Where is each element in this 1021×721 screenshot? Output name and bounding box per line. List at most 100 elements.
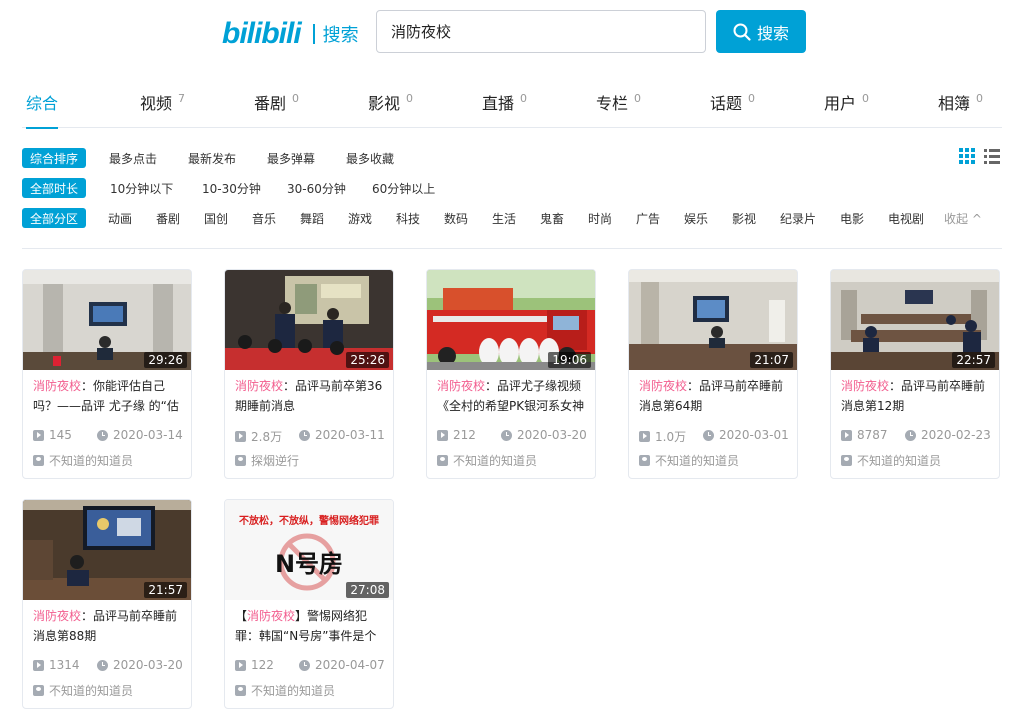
search-button-label: 搜索 [756, 23, 789, 43]
tab-video[interactable]: 视频 7 [140, 84, 185, 128]
video-title[interactable]: 【消防夜校】警惕网络犯罪：韩国“N号房”事件是个 [235, 606, 385, 648]
video-thumbnail[interactable]: 21:57 [23, 500, 191, 600]
view-count: 212 [453, 428, 476, 442]
tab-topic[interactable]: 话题 0 [710, 84, 755, 128]
zone-option[interactable]: 游戏 [348, 210, 372, 227]
play-count-icon [639, 431, 650, 442]
video-thumbnail[interactable]: 29:26 [23, 270, 191, 370]
sort-option[interactable]: 最多弹幕 [267, 150, 315, 167]
video-thumbnail[interactable]: 22:57 [831, 270, 999, 370]
video-meta: 212 2020-03-20 [437, 428, 587, 444]
uploader-link[interactable]: 探烟逆行 [235, 452, 299, 469]
tab-all[interactable]: 综合 [26, 84, 59, 129]
view-count: 122 [251, 658, 274, 672]
video-thumbnail[interactable]: 25:26 [225, 270, 393, 370]
tab-live[interactable]: 直播 0 [482, 84, 527, 128]
video-thumbnail[interactable]: 21:07 [629, 270, 797, 370]
uploader-link[interactable]: 不知道的知道员 [235, 682, 335, 699]
tab-count: 7 [178, 92, 186, 105]
video-card[interactable]: 不放松，不放纵，警惕网络犯罪 N号房 27:08 【消防夜校】警惕网络犯罪：韩国… [224, 499, 394, 709]
list-view-icon[interactable] [984, 148, 1000, 164]
view-count: 8787 [857, 428, 888, 442]
upload-date: 2020-03-20 [517, 428, 587, 442]
uploader-link[interactable]: 不知道的知道员 [639, 452, 739, 469]
logo-mark: bilibili [222, 17, 302, 50]
video-title[interactable]: 消防夜校：品评马前卒睡前消息第88期 [33, 606, 183, 648]
video-card[interactable]: 21:07 消防夜校：品评马前卒睡前消息第64期 1.0万 2020-03-01… [628, 269, 798, 479]
zone-option[interactable]: 科技 [396, 210, 420, 227]
duration-active[interactable]: 全部时长 [22, 178, 87, 198]
tab-article[interactable]: 专栏 0 [596, 84, 641, 128]
duration-option[interactable]: 10-30分钟 [202, 180, 261, 197]
zone-option[interactable]: 舞蹈 [300, 210, 324, 227]
zone-option[interactable]: 番剧 [156, 210, 180, 227]
tab-count: 0 [634, 92, 642, 105]
upload-date: 2020-03-01 [719, 428, 789, 442]
tab-user[interactable]: 用户 0 [824, 84, 869, 128]
video-title[interactable]: 消防夜校：品评马前卒睡前消息第12期 [841, 376, 991, 418]
zone-option[interactable]: 鬼畜 [540, 210, 564, 227]
zone-option[interactable]: 生活 [492, 210, 516, 227]
uploader-link[interactable]: 不知道的知道员 [841, 452, 941, 469]
zone-option[interactable]: 广告 [636, 210, 660, 227]
uploader-link[interactable]: 不知道的知道员 [33, 682, 133, 699]
zone-option[interactable]: 音乐 [252, 210, 276, 227]
video-duration: 29:26 [144, 352, 187, 368]
tab-album[interactable]: 相簿 0 [938, 84, 983, 128]
video-card[interactable]: 22:57 消防夜校：品评马前卒睡前消息第12期 8787 2020-02-23… [830, 269, 1000, 479]
duration-option[interactable]: 60分钟以上 [372, 180, 435, 197]
video-card[interactable]: 21:57 消防夜校：品评马前卒睡前消息第88期 1314 2020-03-20… [22, 499, 192, 709]
sort-active[interactable]: 综合排序 [22, 148, 87, 168]
video-title[interactable]: 消防夜校：你能评估自己吗？——品评 尤子缘 的“估 [33, 376, 183, 418]
bilibili-logo[interactable]: bilibili 搜索 [222, 17, 359, 50]
video-card[interactable]: 19:06 消防夜校：品评尤子缘视频《全村的希望PK银河系女神 212 2020… [426, 269, 596, 479]
zone-option[interactable]: 时尚 [588, 210, 612, 227]
video-duration: 19:06 [548, 352, 591, 368]
tab-count: 0 [862, 92, 870, 105]
result-tabs: 综合 视频 7 番剧 0 影视 0 直播 0 专栏 0 话题 0 用户 0 相簿 0 [22, 84, 1002, 129]
sort-option[interactable]: 最多收藏 [346, 150, 394, 167]
zone-option[interactable]: 国创 [204, 210, 228, 227]
zone-option[interactable]: 数码 [444, 210, 468, 227]
search-button[interactable]: 搜索 [716, 10, 806, 53]
tab-count: 0 [520, 92, 528, 105]
zone-active[interactable]: 全部分区 [22, 208, 87, 228]
video-thumbnail[interactable]: 19:06 [427, 270, 595, 370]
uploader-name: 不知道的知道员 [49, 454, 134, 468]
zone-option[interactable]: 电视剧 [888, 210, 924, 227]
sort-option[interactable]: 最多点击 [109, 150, 157, 167]
clock-icon [905, 429, 916, 441]
search-page: bilibili 搜索 搜索 综合 视频7 番剧0 影视0 直播0 专栏0 话题… [0, 0, 1021, 721]
zone-option[interactable]: 娱乐 [684, 210, 708, 227]
collapse-toggle[interactable]: 收起 ^ [944, 210, 982, 227]
view-count: 145 [49, 428, 72, 442]
uploader-link[interactable]: 不知道的知道员 [437, 452, 537, 469]
zone-option[interactable]: 影视 [732, 210, 756, 227]
title-keyword: 消防夜校 [639, 379, 688, 393]
grid-view-icon[interactable] [959, 148, 975, 164]
duration-option[interactable]: 30-60分钟 [287, 180, 346, 197]
sort-option[interactable]: 最新发布 [188, 150, 236, 167]
clock-icon [299, 429, 310, 441]
user-icon [639, 455, 650, 466]
video-title[interactable]: 消防夜校：品评马前卒睡前消息第64期 [639, 376, 789, 418]
duration-option[interactable]: 10分钟以下 [110, 180, 173, 197]
play-count-icon [437, 429, 448, 441]
tab-count: 0 [748, 92, 756, 105]
video-title[interactable]: 消防夜校：品评尤子缘视频《全村的希望PK银河系女神 [437, 376, 587, 418]
view-count: 1314 [49, 658, 80, 672]
tab-movie[interactable]: 影视 0 [368, 84, 413, 128]
video-card[interactable]: 29:26 消防夜校：你能评估自己吗？——品评 尤子缘 的“估 145 2020… [22, 269, 192, 479]
video-card[interactable]: 25:26 消防夜校：品评马前卒第36期睡前消息 2.8万 2020-03-11… [224, 269, 394, 479]
uploader-link[interactable]: 不知道的知道员 [33, 452, 133, 469]
zone-option[interactable]: 电影 [840, 210, 864, 227]
tab-count: 0 [406, 92, 414, 105]
zone-option[interactable]: 纪录片 [780, 210, 816, 227]
video-thumbnail[interactable]: 不放松，不放纵，警惕网络犯罪 N号房 27:08 [225, 500, 393, 600]
zone-option[interactable]: 动画 [108, 210, 132, 227]
user-icon [33, 685, 44, 696]
video-title[interactable]: 消防夜校：品评马前卒第36期睡前消息 [235, 376, 385, 418]
user-icon [235, 455, 246, 466]
search-input[interactable] [377, 11, 705, 52]
tab-bangumi[interactable]: 番剧 0 [254, 84, 299, 128]
